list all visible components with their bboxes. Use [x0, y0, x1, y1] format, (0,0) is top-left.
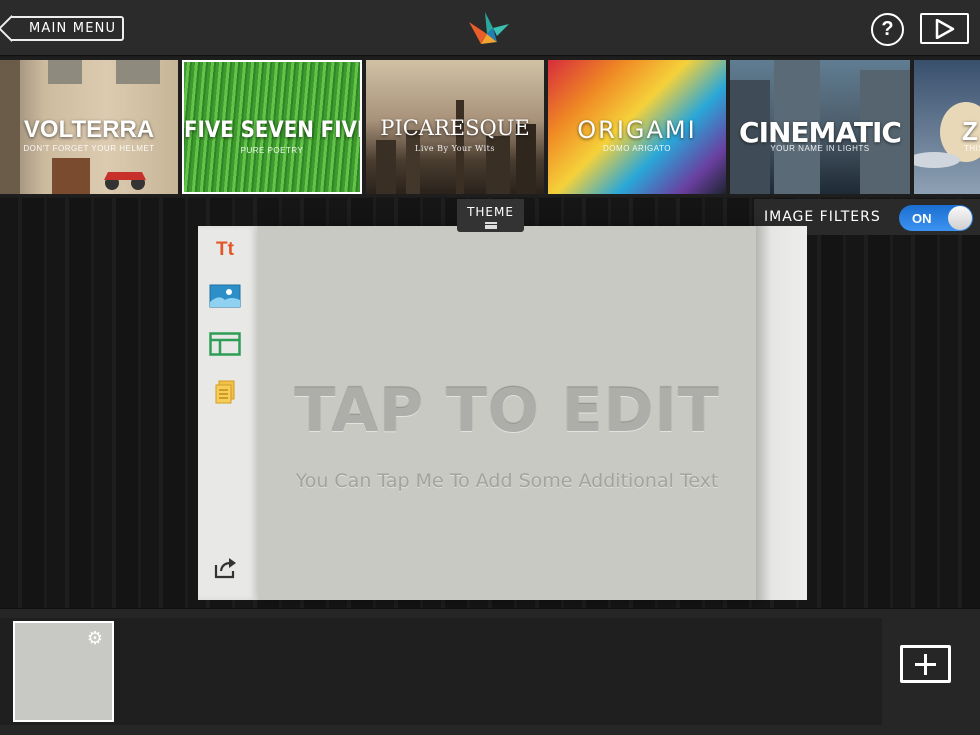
toggle-state: ON [912, 211, 932, 226]
image-icon [209, 284, 241, 308]
theme-card-cinematic[interactable]: CINEMATIC Your Name In Lights [730, 60, 910, 194]
theme-name: VOLTERRA [23, 116, 155, 143]
help-icon: ? [881, 18, 894, 40]
slide-title[interactable]: TAP TO EDIT [258, 376, 756, 446]
play-icon [935, 19, 955, 39]
workspace: THEME IMAGE FILTERS ON Tt TAP TO EDIT Yo… [0, 198, 980, 608]
slide-subtitle[interactable]: You Can Tap Me To Add Some Additional Te… [258, 470, 756, 492]
theme-card-five-seven-five[interactable]: FIVE SEVEN FIVE Pure Poetry [182, 60, 362, 194]
help-button[interactable]: ? [871, 13, 904, 46]
slide-canvas[interactable]: TAP TO EDIT You Can Tap Me To Add Some A… [258, 226, 756, 600]
text-tool-button[interactable]: Tt [209, 236, 241, 264]
play-button[interactable] [920, 13, 969, 44]
bottom-bar: ⚙ [0, 608, 980, 735]
theme-name: FIVE SEVEN FIVE [184, 118, 362, 143]
theme-card-picaresque[interactable]: PICARESQUE Live By Your Wits [366, 60, 544, 194]
top-bar: MAIN MENU ? [0, 0, 980, 56]
layout-icon [209, 332, 241, 356]
share-tool-button[interactable] [209, 554, 241, 582]
theme-card-origami[interactable]: ORIGAMI Domo Arigato [548, 60, 726, 194]
slide-thumbnail[interactable]: ⚙ [13, 621, 114, 722]
image-tool-button[interactable] [209, 282, 241, 310]
theme-card-z[interactable]: Z This [914, 60, 980, 194]
text-icon: Tt [216, 239, 234, 260]
gear-icon[interactable]: ⚙ [87, 629, 103, 647]
toggle-knob[interactable] [948, 206, 972, 230]
notes-icon [215, 380, 235, 404]
theme-strip[interactable]: VOLTERRA Don't forget your helmet FIVE S… [0, 57, 980, 197]
theme-tagline: This [964, 144, 980, 153]
slide-next-edge [756, 226, 807, 600]
grip-icon [484, 222, 497, 229]
theme-tagline: Your Name In Lights [770, 144, 870, 153]
theme-name: Z [962, 116, 978, 146]
theme-card-volterra[interactable]: VOLTERRA Don't forget your helmet [0, 60, 178, 194]
layout-tool-button[interactable] [209, 330, 241, 358]
image-filters-label: IMAGE FILTERS [764, 209, 881, 225]
theme-tab[interactable]: THEME [457, 199, 524, 232]
add-slide-button[interactable] [900, 645, 951, 683]
theme-name: PICARESQUE [380, 116, 530, 140]
tool-rail: Tt [198, 226, 258, 600]
theme-tagline: Don't forget your helmet [23, 144, 155, 153]
main-menu-button[interactable]: MAIN MENU [11, 16, 124, 41]
theme-tab-label: THEME [467, 205, 514, 219]
slide-timeline[interactable]: ⚙ [0, 618, 882, 725]
theme-tagline: Domo Arigato [603, 144, 671, 153]
slide-frame: Tt TAP TO EDIT You Can Tap Me To Add Som… [198, 226, 807, 600]
notes-tool-button[interactable] [209, 378, 241, 406]
origami-bird-logo-icon [469, 12, 509, 44]
theme-name: ORIGAMI [577, 116, 697, 144]
theme-tagline: Pure Poetry [240, 146, 304, 155]
theme-tagline: Live By Your Wits [415, 144, 495, 153]
share-icon [214, 558, 236, 579]
image-filters-toggle[interactable]: ON [899, 205, 973, 231]
